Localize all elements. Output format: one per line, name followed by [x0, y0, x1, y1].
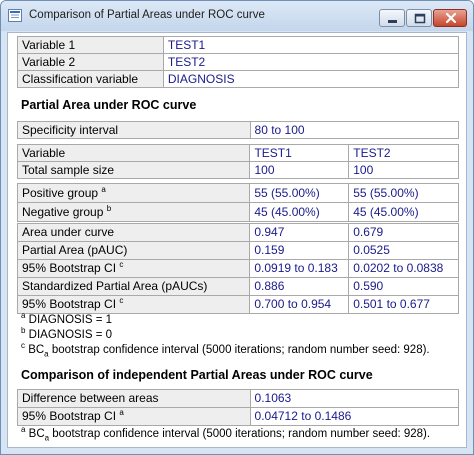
variable1-label: Variable 1: [17, 36, 164, 54]
total-sample-size-label: Total sample size: [16, 161, 251, 179]
test1-column-header: TEST1: [249, 144, 350, 162]
test2-column-header: TEST2: [348, 144, 459, 162]
specificity-label: Specificity interval: [17, 121, 251, 139]
negative-group-test1: 45 (45.00%): [249, 202, 350, 222]
table-row: Area under curve 0.947 0.679: [16, 223, 459, 242]
paucs-ci-label: 95% Bootstrap CI c: [16, 295, 251, 314]
close-icon: [445, 12, 457, 24]
table-row: Partial Area (pAUC) 0.159 0.0525: [16, 241, 459, 260]
table-row: Standardized Partial Area (pAUCs) 0.886 …: [16, 277, 459, 296]
table-row: Classification variable DIAGNOSIS: [17, 70, 460, 88]
table-row: Variable 2 TEST2: [17, 53, 460, 71]
difference-ci-value: 0.04712 to 0.1486: [249, 407, 460, 426]
variable-column-header: Variable: [16, 144, 251, 162]
variable2-label: Variable 2: [17, 53, 164, 71]
auc-test2: 0.679: [348, 223, 459, 242]
footnote-b: b DIAGNOSIS = 0: [21, 326, 113, 341]
comparison-table: Difference between areas 0.1063 95% Boot…: [17, 389, 460, 426]
table-row: Negative group b 45 (45.00%) 45 (45.00%): [16, 202, 459, 222]
auc-label: Area under curve: [16, 223, 251, 242]
difference-value: 0.1063: [249, 389, 460, 408]
app-icon: [8, 9, 22, 22]
positive-group-test2: 55 (55.00%): [348, 183, 459, 203]
negative-group-test2: 45 (45.00%): [348, 202, 459, 222]
results-panel[interactable]: Variable 1 TEST1 Variable 2 TEST2 Classi…: [7, 32, 467, 448]
table-row: 95% Bootstrap CI c 0.700 to 0.954 0.501 …: [16, 295, 459, 314]
close-button[interactable]: [433, 9, 467, 27]
results-window: Comparison of Partial Areas under ROC cu…: [0, 0, 474, 455]
groups-table: Positive group a 55 (55.00%) 55 (55.00%)…: [16, 183, 459, 222]
table-row: 95% Bootstrap CI a 0.04712 to 0.1486: [17, 407, 460, 426]
negative-group-label: Negative group b: [16, 202, 251, 222]
auc-test1: 0.947: [249, 223, 350, 242]
footnote-a: a DIAGNOSIS = 1: [21, 311, 113, 326]
variables-table: Variable 1 TEST1 Variable 2 TEST2 Classi…: [17, 36, 460, 88]
pauc-test1: 0.159: [249, 241, 350, 260]
table-row: 95% Bootstrap CI c 0.0919 to 0.183 0.020…: [16, 259, 459, 278]
variable1-value: TEST1: [162, 36, 460, 54]
variable2-value: TEST2: [162, 53, 460, 71]
paucs-ci-test2: 0.501 to 0.677: [348, 295, 459, 314]
classification-variable-value: DIAGNOSIS: [162, 70, 460, 88]
positive-group-label: Positive group a: [16, 183, 251, 203]
window-title: Comparison of Partial Areas under ROC cu…: [29, 9, 265, 21]
specificity-table: Specificity interval 80 to 100: [17, 121, 460, 139]
total-sample-size-test1: 100: [249, 161, 350, 179]
footnote-c: c BCa bootstrap confidence interval (500…: [21, 341, 430, 359]
statistics-table: Area under curve 0.947 0.679 Partial Are…: [16, 223, 459, 314]
minimize-icon: [388, 20, 397, 23]
comparison-heading: Comparison of independent Partial Areas …: [21, 368, 373, 382]
maximize-icon: [414, 13, 426, 24]
pauc-ci-test1: 0.0919 to 0.183: [249, 259, 350, 278]
paucs-test2: 0.590: [348, 277, 459, 296]
pauc-label: Partial Area (pAUC): [16, 241, 251, 260]
paucs-label: Standardized Partial Area (pAUCs): [16, 277, 251, 296]
paucs-ci-test1: 0.700 to 0.954: [249, 295, 350, 314]
table-row: Difference between areas 0.1063: [17, 389, 460, 408]
footnote-comparison-a: a BCa bootstrap confidence interval (500…: [21, 425, 431, 443]
pauc-test2: 0.0525: [348, 241, 459, 260]
specificity-value: 80 to 100: [249, 121, 460, 139]
difference-label: Difference between areas: [17, 389, 251, 408]
maximize-button[interactable]: [406, 9, 432, 27]
paucs-test1: 0.886: [249, 277, 350, 296]
table-row: Variable 1 TEST1: [17, 36, 460, 54]
difference-ci-label: 95% Bootstrap CI a: [17, 407, 251, 426]
sample-size-table: Variable TEST1 TEST2 Total sample size 1…: [16, 144, 459, 179]
table-row: Total sample size 100 100: [16, 161, 459, 179]
table-row: Variable TEST1 TEST2: [16, 144, 459, 162]
minimize-button[interactable]: [379, 9, 405, 27]
table-row: Positive group a 55 (55.00%) 55 (55.00%): [16, 183, 459, 203]
classification-variable-label: Classification variable: [17, 70, 164, 88]
positive-group-test1: 55 (55.00%): [249, 183, 350, 203]
pauc-ci-test2: 0.0202 to 0.0838: [348, 259, 459, 278]
total-sample-size-test2: 100: [348, 161, 459, 179]
partial-area-heading: Partial Area under ROC curve: [21, 98, 197, 112]
pauc-ci-label: 95% Bootstrap CI c: [16, 259, 251, 278]
title-bar[interactable]: Comparison of Partial Areas under ROC cu…: [1, 1, 473, 31]
table-row: Specificity interval 80 to 100: [17, 121, 460, 139]
